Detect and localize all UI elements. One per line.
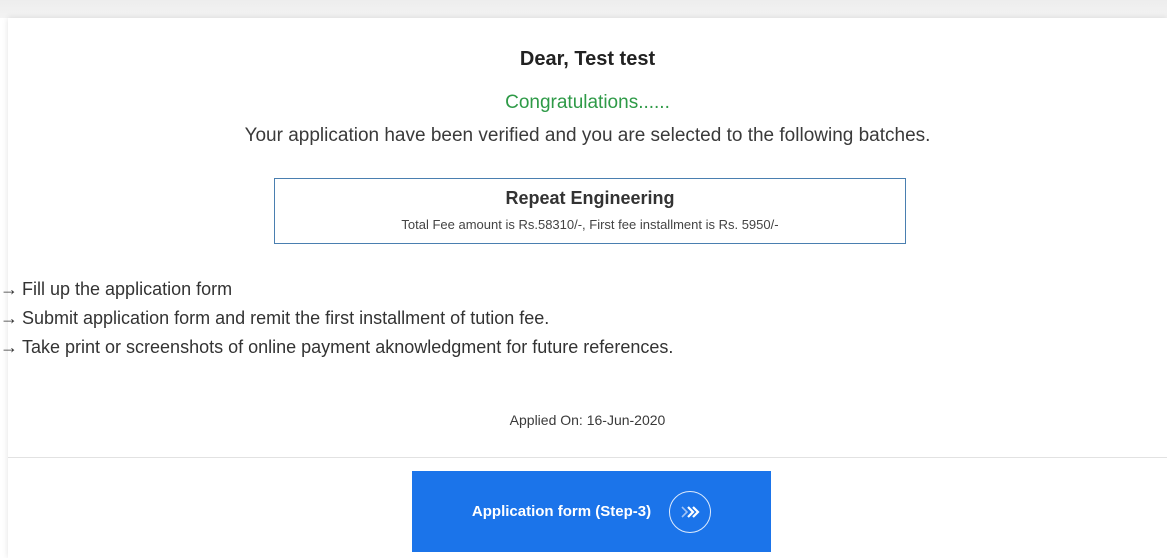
application-form-step3-button[interactable]: Application form (Step-3) — [412, 471, 771, 552]
verification-message: Your application have been verified and … — [244, 125, 931, 146]
batch-fee-text: Total Fee amount is Rs.58310/-, First fe… — [401, 217, 779, 232]
instruction-item: → Fill up the application form — [0, 275, 673, 304]
applied-on-date: Applied On: 16-Jun-2020 — [509, 412, 666, 428]
instruction-text: Fill up the application form — [22, 279, 233, 299]
instruction-item: → Take print or screenshots of online pay… — [0, 333, 673, 362]
instruction-item: → Submit application form and remit the f… — [0, 304, 673, 333]
instruction-text: Take print or screenshots of online paym… — [22, 337, 674, 357]
double-chevron-right-icon — [669, 490, 712, 533]
button-label: Application form (Step-3) — [471, 503, 652, 520]
selection-card: Dear, Test test Congratulations...... Yo… — [0, 18, 1167, 558]
divider — [8, 457, 1167, 458]
right-arrow-icon: → — [0, 337, 18, 357]
instruction-list: → Fill up the application form → Submit ap… — [0, 275, 673, 362]
right-arrow-icon: → — [0, 279, 18, 299]
batch-box: Repeat Engineering Total Fee amount is R… — [274, 178, 906, 244]
instruction-text: Submit application form and remit the fi… — [22, 308, 550, 328]
batch-name: Repeat Engineering — [505, 188, 675, 208]
congratulations-text: Congratulations...... — [505, 92, 670, 113]
right-arrow-icon: → — [0, 308, 18, 328]
top-strip — [0, 0, 1167, 18]
greeting-heading: Dear, Test test — [519, 48, 656, 70]
